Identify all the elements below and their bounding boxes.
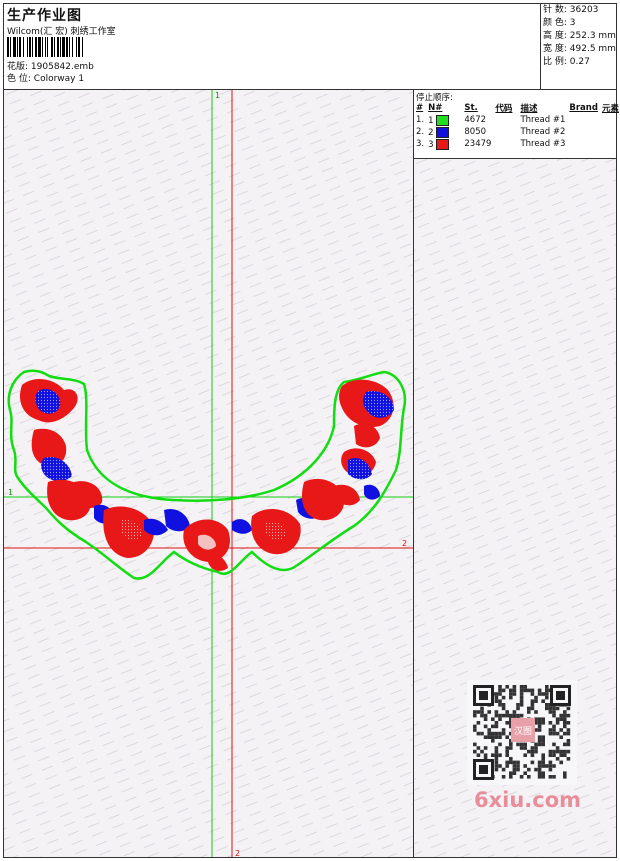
guide-label-h1: 1 [8,488,13,497]
sheet-header: 生产作业图 Wilcom(汇 宏) 刺绣工作室 花版: 1905842.emb … [4,4,616,90]
table-row: 3. 3 23479 Thread #3 [416,138,566,150]
stat-height: 高 度: 252.3 mm [543,31,616,41]
header-info: 生产作业图 Wilcom(汇 宏) 刺绣工作室 花版: 1905842.emb … [4,4,540,89]
stat-scale: 比 例: 0.27 [543,57,590,67]
color-swatch [436,126,450,138]
table-row: 2. 2 8050 Thread #2 [416,126,566,138]
stop-sequence-table: # N# St. 代码 描述 Brand 元素 1. 1 4672 Thread… [414,102,620,150]
stat-stitches: 针 数: 36203 [543,5,599,15]
guide-label-v1: 1 [215,91,220,100]
table-row: 1. 1 4672 Thread #1 [416,114,566,126]
guide-label-h2: 2 [402,539,407,548]
barcode [7,37,83,57]
company-name: Wilcom(汇 宏) 刺绣工作室 [7,27,116,37]
stop-sequence-panel: 停止顺序: # N# St. 代码 描述 Brand 元素 1. 1 4672 … [414,90,619,159]
seal-text: 汉图 [514,726,532,737]
color-swatch [436,138,450,150]
embroidery-canvas: 1 1 2 2 [4,90,413,857]
stat-colors: 颜 色: 3 [543,18,576,28]
table-header-row: # N# St. 代码 描述 Brand 元素 [416,103,619,114]
design-preview: 1 1 2 2 [4,90,414,857]
page-title: 生产作业图 [7,8,82,24]
pattern-label: 花版: [7,62,29,72]
stat-width: 宽 度: 492.5 mm [543,44,616,54]
stats-panel: 针 数: 36203 颜 色: 3 高 度: 252.3 mm 宽 度: 492… [540,4,617,89]
colorway-value: Colorway 1 [33,74,85,84]
color-swatch [436,114,450,126]
guide-label-v2: 2 [235,849,240,857]
pattern-value: 1905842.emb [30,62,94,72]
qr-code-watermark: 汉图 [467,680,577,785]
site-logo: 6xiu.com [474,788,582,812]
file-info: 花版: 1905842.emb 色 位: Colorway 1 [7,61,94,85]
colorway-label: 色 位: [7,74,31,84]
